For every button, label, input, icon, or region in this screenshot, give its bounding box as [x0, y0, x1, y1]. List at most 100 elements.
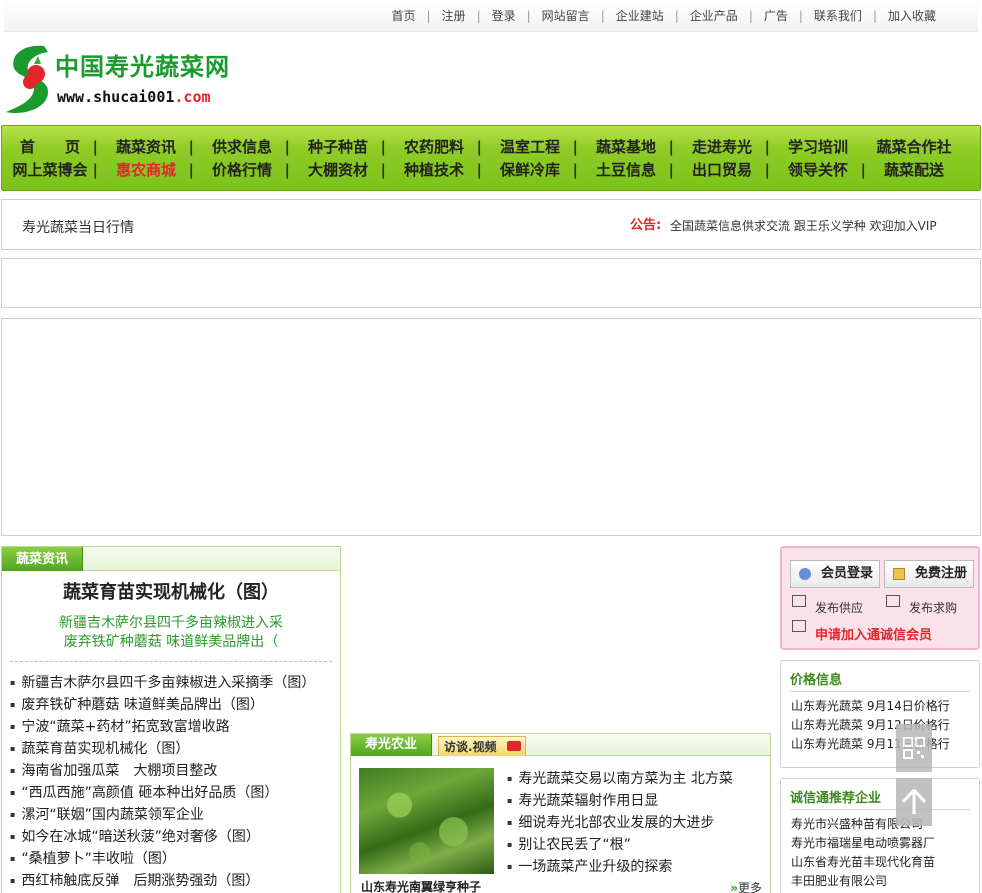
nav-item[interactable]: 蔬菜资讯 |	[98, 136, 194, 157]
nav-item[interactable]: 学习培训	[770, 136, 866, 157]
nav-item[interactable]: 种植技术 |	[386, 159, 482, 180]
video-camera-icon	[506, 741, 521, 751]
nav-item[interactable]: 蔬菜配送	[866, 159, 962, 180]
list-item[interactable]: 山东寿光蔬菜 9月14日价格行	[791, 697, 979, 716]
nav-item[interactable]: 农药肥料 |	[386, 136, 482, 157]
list-item[interactable]: 山东省寿光苗丰现代化育苗	[791, 853, 979, 872]
list-item[interactable]: 山东寿光蔬菜 9月12日价格行	[791, 716, 979, 735]
register-button[interactable]: 免费注册	[884, 560, 974, 588]
nav-item[interactable]: 蔬菜基地 |	[578, 136, 674, 157]
list-item[interactable]: 丰田肥业有限公司	[791, 872, 979, 891]
top-link[interactable]: 广告 |	[764, 7, 814, 24]
enterprise-title[interactable]: 诚信通推荐企业	[790, 787, 971, 810]
list-item[interactable]: 新疆吉木萨尔县四千多亩辣椒进入采摘季（图）	[10, 672, 340, 694]
notice-bar: 寿光蔬菜当日行情 公告: 全国蔬菜信息供求交流 跟王乐义学种 欢迎加入VIP	[1, 199, 981, 250]
nav-item[interactable]: 首 页 |	[2, 136, 98, 157]
edit-icon	[792, 620, 806, 632]
publish-supply-link[interactable]: 发布供应	[815, 599, 863, 616]
list-item[interactable]: 寿光市兴盛种苗有限公司	[791, 815, 979, 834]
nav-item[interactable]: 网上菜博会 |	[2, 159, 98, 180]
agri-list: 寿光蔬菜交易以南方菜为主 北方菜 寿光蔬菜辐射作用日显 细说寿光北部农业发展的大…	[507, 768, 733, 878]
list-item[interactable]: 如今在冰城“暗送秋菠”绝对奢侈（图）	[10, 826, 340, 848]
nav-item[interactable]: 出口贸易 |	[674, 159, 770, 180]
login-button[interactable]: 会员登录	[790, 560, 880, 588]
apply-member-link[interactable]: 申请加入通诚信会员	[815, 624, 932, 643]
divider	[10, 661, 332, 662]
tab-agri[interactable]: 寿光农业	[351, 734, 433, 756]
top-link[interactable]: 首页 |	[391, 7, 441, 24]
tab-interview-video[interactable]: 访谈.视频	[438, 736, 526, 756]
nav-row-2: 网上菜博会 | 惠农商城 | 价格行情 | 大棚资材 | 种植技术 | 保鲜冷库 | 土豆信…	[2, 159, 962, 180]
nav-item[interactable]: 温室工程 |	[482, 136, 578, 157]
back-to-top-button[interactable]	[896, 778, 932, 826]
list-item[interactable]: 宁波“蔬菜+药材”拓宽致富增收路	[10, 716, 340, 738]
list-item[interactable]: 山东寿光蔬菜 9月11日价格行	[791, 735, 979, 754]
list-item[interactable]: “西瓜西施”高颜值 砸本种出好品质（图）	[10, 782, 340, 804]
list-item[interactable]: 寿光蔬菜交易以南方菜为主 北方菜	[507, 768, 732, 790]
news-panel: 蔬菜资讯 蔬菜育苗实现机械化（图） 新疆吉木萨尔县四千多亩辣椒进入采 废弃铁矿种…	[1, 546, 341, 893]
summary-line[interactable]: 新疆吉木萨尔县四千多亩辣椒进入采	[2, 614, 340, 633]
logo-url: www.shucai001.com	[57, 88, 211, 106]
logo-title: 中国寿光蔬菜网	[55, 53, 230, 81]
top-link[interactable]: 登录 |	[492, 7, 542, 24]
nav-item[interactable]: 蔬菜合作社	[866, 136, 962, 157]
top-link[interactable]: 企业产品 |	[690, 7, 764, 24]
top-link[interactable]: 加入收藏	[888, 7, 936, 24]
list-item[interactable]: 寿光市福瑞星电动喷雾器厂	[791, 834, 979, 853]
more-link[interactable]: »更多	[730, 879, 762, 893]
nav-item[interactable]: 种子种苗 |	[290, 136, 386, 157]
register-icon	[893, 568, 905, 580]
nav-item[interactable]: 价格行情 |	[194, 159, 290, 180]
price-info-box: 价格信息 山东寿光蔬菜 9月14日价格行 山东寿光蔬菜 9月12日价格行 山东寿…	[780, 660, 980, 768]
top-link-list: 首页 | 注册 | 登录 | 网站留言 | 企业建站 | 企业产品 | 广告 | 联系我们 | …	[391, 7, 936, 24]
notice-label: 公告:	[630, 218, 662, 233]
news-headline[interactable]: 蔬菜育苗实现机械化（图）	[2, 578, 340, 604]
list-item[interactable]: 海南省加强瓜菜 大棚项目整改	[10, 760, 340, 782]
nav-item-hot[interactable]: 惠农商城 |	[98, 159, 194, 180]
site-logo[interactable]: 中国寿光蔬菜网 www.shucai001.com	[4, 42, 244, 116]
news-list: 新疆吉木萨尔县四千多亩辣椒进入采摘季（图） 废弃铁矿种蘑菇 味道鲜美品牌出（图）…	[2, 672, 340, 892]
qrcode-icon	[903, 737, 925, 759]
logo-swirl-icon	[6, 45, 48, 114]
nav-item[interactable]: 领导关怀 |	[770, 159, 866, 180]
enterprise-list: 寿光市兴盛种苗有限公司 寿光市福瑞星电动喷雾器厂 山东省寿光苗丰现代化育苗 丰田…	[791, 815, 979, 891]
tab-news[interactable]: 蔬菜资讯	[2, 547, 84, 571]
list-item[interactable]: 蔬菜育苗实现机械化（图）	[10, 738, 340, 760]
nav-item[interactable]: 供求信息 |	[194, 136, 290, 157]
list-item[interactable]: 废弃铁矿种蘑菇 味道鲜美品牌出（图）	[10, 694, 340, 716]
double-chevron-icon: »	[730, 881, 738, 893]
nav-item[interactable]: 大棚资材 |	[290, 159, 386, 180]
top-link[interactable]: 网站留言 |	[542, 7, 616, 24]
top-link[interactable]: 注册 |	[442, 7, 492, 24]
list-item[interactable]: 细说寿光北部农业发展的大进步	[507, 812, 733, 834]
member-box: 会员登录 免费注册 发布供应 发布求购 申请加入通诚信会员	[780, 546, 980, 650]
agri-panel: 寿光农业 访谈.视频 山东寿光南翼绿亨种子 寿光蔬菜交易以南方菜为主 北方菜 寿…	[350, 733, 771, 893]
list-item[interactable]: 寿光蔬菜辐射作用日显	[507, 790, 733, 812]
nav-item[interactable]: 保鲜冷库 |	[482, 159, 578, 180]
summary-line[interactable]: 废弃铁矿种蘑菇 味道鲜美品牌出（	[2, 633, 340, 652]
top-link[interactable]: 联系我们 |	[814, 7, 888, 24]
publish-demand-link[interactable]: 发布求购	[909, 599, 957, 616]
user-icon	[799, 568, 811, 580]
list-item[interactable]: 漯河“联姻”国内蔬菜领军企业	[10, 804, 340, 826]
list-item[interactable]: “桑植萝卜”丰收啦（图）	[10, 848, 340, 870]
price-info-title[interactable]: 价格信息	[790, 669, 971, 692]
top-link-bar: 首页 | 注册 | 登录 | 网站留言 | 企业建站 | 企业产品 | 广告 | 联系我们 | …	[4, 0, 978, 32]
notice-text[interactable]: 全国蔬菜信息供求交流 跟王乐义学种 欢迎加入VIP	[670, 217, 937, 234]
top-link[interactable]: 企业建站 |	[616, 7, 690, 24]
list-item[interactable]: 西红柿触底反弹 后期涨势强劲（图）	[10, 870, 340, 892]
daily-market-link[interactable]: 寿光蔬菜当日行情	[22, 217, 134, 237]
main-nav: 首 页 | 蔬菜资讯 | 供求信息 | 种子种苗 | 农药肥料 | 温室工程 | 蔬菜基地 |…	[1, 125, 981, 191]
nav-item[interactable]: 走进寿光 |	[674, 136, 770, 157]
photo-caption[interactable]: 山东寿光南翼绿亨种子	[361, 878, 481, 893]
news-summary: 新疆吉木萨尔县四千多亩辣椒进入采 废弃铁矿种蘑菇 味道鲜美品牌出（	[2, 614, 340, 652]
qrcode-button[interactable]	[896, 724, 932, 772]
agri-tab-header: 寿光农业 访谈.视频	[351, 734, 770, 756]
ad-banner-1	[1, 258, 981, 308]
seedling-photo[interactable]	[359, 768, 494, 874]
list-item[interactable]: 别让农民丢了“根”	[507, 834, 733, 856]
nav-item[interactable]: 土豆信息 |	[578, 159, 674, 180]
enterprise-box: 诚信通推荐企业 寿光市兴盛种苗有限公司 寿光市福瑞星电动喷雾器厂 山东省寿光苗丰…	[780, 778, 980, 893]
list-item[interactable]: 一场蔬菜产业升级的探索	[507, 856, 733, 878]
price-list: 山东寿光蔬菜 9月14日价格行 山东寿光蔬菜 9月12日价格行 山东寿光蔬菜 9…	[791, 697, 979, 754]
